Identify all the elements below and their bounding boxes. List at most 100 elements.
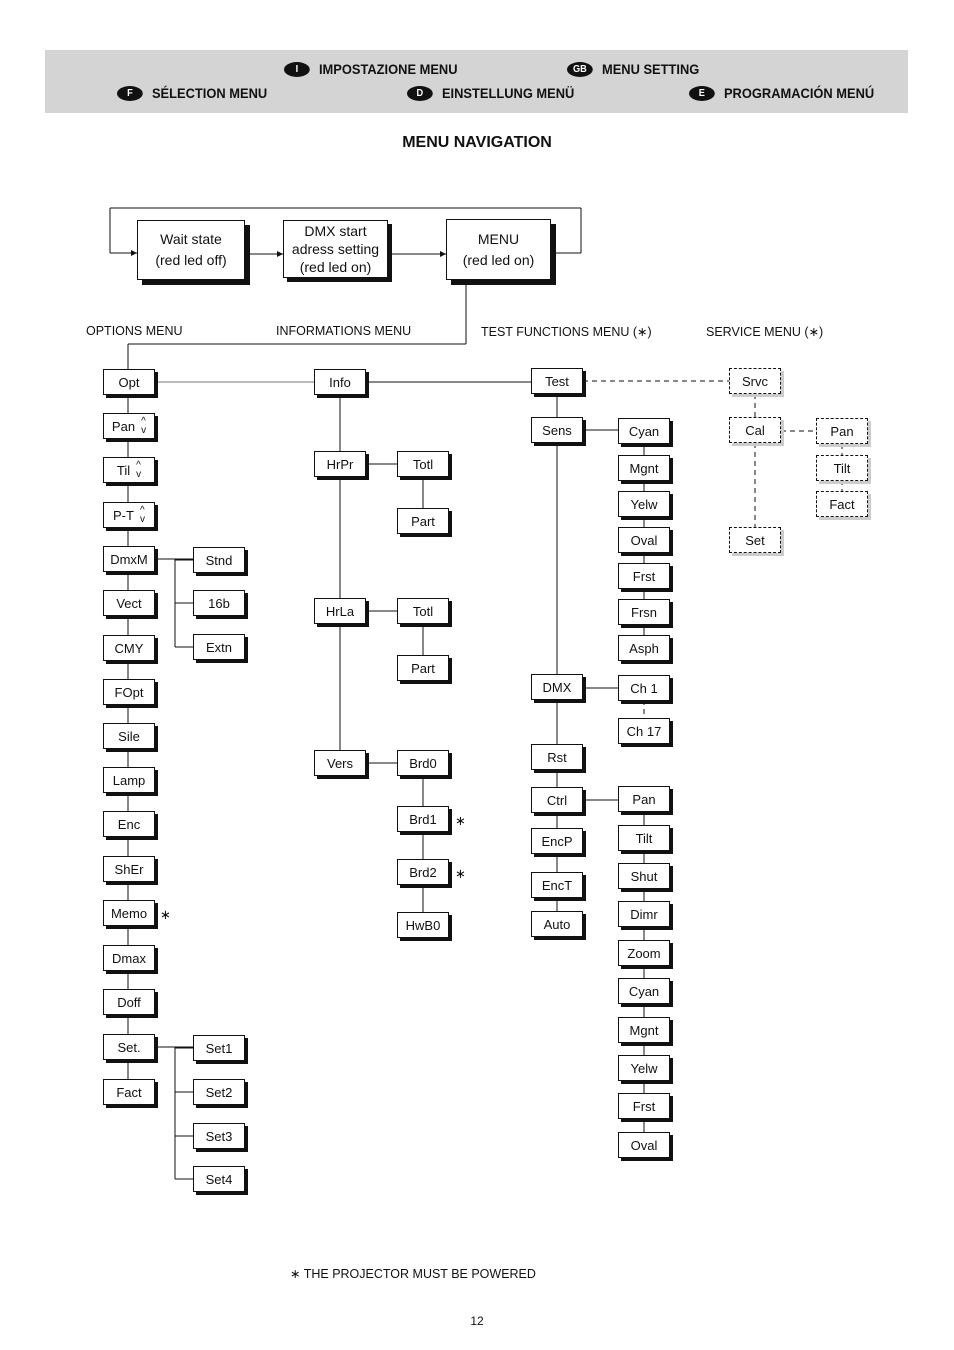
node-label: Info [329,374,351,390]
node-option-pan: Pan ^ v [103,413,155,439]
state-text: DMX start [304,223,367,239]
node-label: Shut [630,868,658,884]
node-option-enc: Enc [103,811,155,837]
asterisk-note-icon: ∗ [160,907,171,922]
node-option-dmxm: DmxM [103,546,155,572]
node-label: Brd0 [409,755,437,771]
node-sens-mgnt: Mgnt [618,455,670,481]
node-label: Memo [110,905,148,921]
node-ctrl-zoom: Zoom [618,940,670,966]
node-ctrl-oval: Oval [618,1132,670,1158]
node-info-sub-hwb0: HwB0 [397,912,449,938]
node-label: HrPr [326,456,354,472]
node-label: Pan [830,423,854,439]
node-info-sub-part: Part [397,508,449,534]
node-sens-asph: Asph [618,635,670,661]
node-label: Set2 [205,1084,233,1100]
node-label: EncP [541,833,573,849]
up-down-arrows-icon: ^ v [141,416,147,436]
state-text: (red led on) [462,251,535,268]
node-sens-cyan: Cyan [618,418,670,444]
asterisk-note-icon: ∗ [455,866,466,881]
footnote: ∗ THE PROJECTOR MUST BE POWERED [290,1267,536,1281]
node-set-set1: Set1 [193,1035,245,1061]
node-option-sher: ShEr [103,856,155,882]
node-label: Vect [116,595,142,611]
state-text: Wait state [160,231,222,247]
node-option-doff: Doff [103,989,155,1015]
node-label: Dimr [630,906,658,922]
node-info-sub-totl: Totl [397,598,449,624]
node-cal-tilt: Tilt [816,455,868,481]
node-label: Extn [205,639,232,655]
node-sens-yelw: Yelw [618,491,670,517]
node-test-enct: EncT [531,872,583,898]
node-set-set4: Set4 [193,1166,245,1192]
state-text: adress setting [291,241,380,257]
node-label: Enc [117,816,141,832]
node-label: Tilt [833,460,851,476]
node-label: Fact [116,1084,142,1100]
node-test-ctrl: Ctrl [531,787,583,813]
node-option-dmax: Dmax [103,945,155,971]
state-text: MENU [477,230,520,247]
node-option-fact: Fact [103,1079,155,1105]
node-info-hrpr: HrPr [314,451,366,477]
state-menu: MENU (red led on) [446,219,551,280]
node-label: Stnd [205,552,233,568]
node-ctrl-yelw: Yelw [618,1055,670,1081]
node-label: FOpt [114,684,144,700]
node-test-encp: EncP [531,828,583,854]
page: I IMPOSTAZIONE MENU GB MENU SETTING F SÉLEC… [0,0,954,1350]
node-option-pt: P-T ^ v [103,502,155,528]
node-label: Cyan [628,423,660,439]
node-label: Set [745,532,765,548]
node-dmxm-extn: Extn [193,634,245,660]
node-ctrl-pan: Pan [618,786,670,812]
node-label: Ch 1 [630,680,658,696]
asterisk-note-icon: ∗ [455,813,466,828]
node-label: Oval [630,532,658,548]
node-test-test: Test [531,368,583,394]
node-label: CMY [114,640,144,656]
node-ctrl-mgnt: Mgnt [618,1017,670,1043]
node-label: 16b [208,595,230,611]
node-info-hrla: HrLa [314,598,366,624]
node-label: Pan [632,791,656,807]
node-label: Ch 17 [626,723,662,739]
node-label: Set1 [205,1040,233,1056]
node-label: Lamp [112,772,146,788]
node-label: Tilt [635,830,653,846]
node-option-cmy: CMY [103,635,155,661]
node-label: Zoom [627,945,661,961]
node-label: Brd2 [409,864,437,880]
node-option-vect: Vect [103,590,155,616]
node-label: Oval [630,1137,658,1153]
node-label: Auto [543,916,571,932]
node-option-set: Set. [103,1034,155,1060]
node-info-sub-brd1: Brd1 [397,806,449,832]
node-label: Part [411,660,435,676]
node-label: Yelw [630,1060,658,1076]
node-set-set2: Set2 [193,1079,245,1105]
node-label: HrLa [325,603,355,619]
node-label: Frst [632,1098,656,1114]
node-test-sens: Sens [531,417,583,443]
node-sens-frst: Frst [618,563,670,589]
node-label: Fact [829,496,855,512]
node-info-sub-brd0: Brd0 [397,750,449,776]
state-text: (red led on) [299,259,372,275]
node-test-auto: Auto [531,911,583,937]
node-info-sub-brd2: Brd2 [397,859,449,885]
node-label: Frsn [631,604,657,620]
state-wait: Wait state (red led off) [137,220,245,280]
node-label: Opt [118,374,140,390]
node-dmxm-stnd: Stnd [193,547,245,573]
node-service-set: Set [729,527,781,553]
node-test-rst: Rst [531,744,583,770]
node-info-sub-totl: Totl [397,451,449,477]
node-label: Brd1 [409,811,437,827]
node-option-lamp: Lamp [103,767,155,793]
node-label: Mgnt [629,1022,659,1038]
node-label: Srvc [742,373,768,389]
